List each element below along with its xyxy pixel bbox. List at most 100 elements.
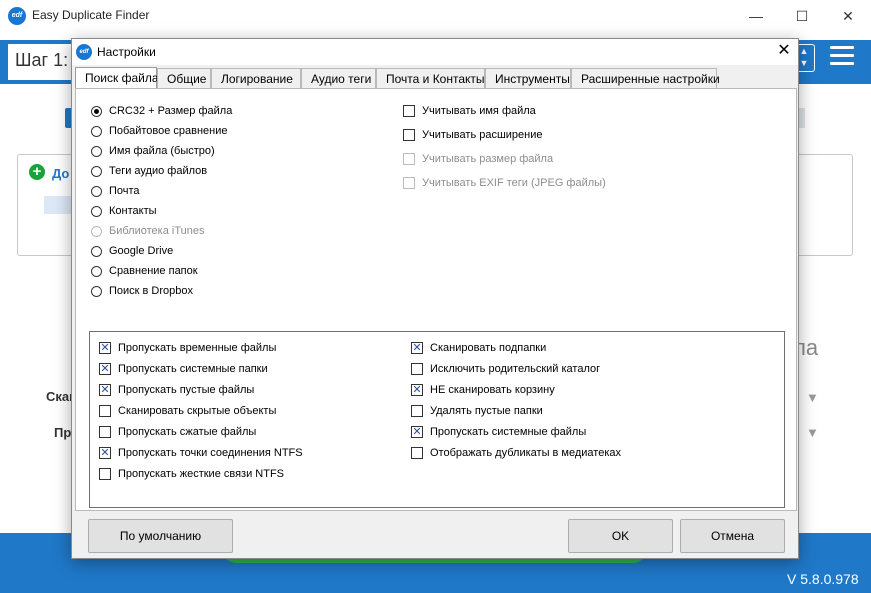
- close-window-button[interactable]: ✕: [825, 0, 871, 32]
- checkbox-checked-icon[interactable]: ✕: [411, 384, 423, 396]
- checkbox-scan-hidden[interactable]: Сканировать скрытые объекты: [99, 403, 276, 419]
- checkbox-label: Отображать дубликаты в медиатеках: [430, 447, 622, 459]
- dialog-close-button[interactable]: ✕: [774, 41, 794, 61]
- radio-audio-tags[interactable]: Теги аудио файлов: [91, 163, 207, 179]
- radio-folder-compare[interactable]: Сравнение папок: [91, 263, 198, 279]
- checkbox-skip-system-folders[interactable]: ✕ Пропускать системные папки: [99, 361, 268, 377]
- checkbox-checked-icon[interactable]: ✕: [99, 384, 111, 396]
- checkbox-icon[interactable]: [99, 405, 111, 417]
- checkbox-icon: [403, 153, 415, 165]
- dialog-title: Настройки: [97, 45, 156, 59]
- checkbox-icon[interactable]: [411, 405, 423, 417]
- checkbox-icon[interactable]: [99, 468, 111, 480]
- checkbox-label: Сканировать подпапки: [430, 342, 547, 354]
- checkbox-label: Пропускать системные папки: [118, 363, 268, 375]
- checkbox-label: Сканировать скрытые объекты: [118, 405, 277, 417]
- radio-label: Теги аудио файлов: [109, 165, 208, 177]
- checkbox-checked-icon[interactable]: ✕: [99, 363, 111, 375]
- radio-label: Почта: [109, 185, 140, 197]
- checkbox-exclude-parent[interactable]: Исключить родительский каталог: [411, 361, 600, 377]
- radio-label: Сравнение папок: [109, 265, 198, 277]
- defaults-button[interactable]: По умолчанию: [88, 519, 233, 553]
- radio-crc32[interactable]: CRC32 + Размер файла: [91, 103, 232, 119]
- checkbox-label: Пропускать точки соединения NTFS: [118, 447, 303, 459]
- tab-file-search[interactable]: Поиск файла: [75, 67, 159, 89]
- checkbox-checked-icon[interactable]: ✕: [99, 342, 111, 354]
- radio-google-drive[interactable]: Google Drive: [91, 243, 173, 259]
- chevron-down-icon[interactable]: ▼: [806, 425, 819, 440]
- add-folder-label[interactable]: До: [52, 166, 69, 181]
- checkbox-icon[interactable]: [411, 363, 423, 375]
- checkbox-label: Учитывать имя файла: [422, 105, 536, 117]
- checkbox-icon: [403, 177, 415, 189]
- step-label: Шаг 1:: [15, 50, 69, 70]
- checkbox-label: Учитывать EXIF теги (JPEG файлы): [422, 177, 606, 189]
- radio-label: Контакты: [109, 205, 157, 217]
- tab-general[interactable]: Общие: [157, 68, 211, 89]
- dialog-titlebar: [72, 39, 798, 65]
- app-title: Easy Duplicate Finder: [32, 8, 150, 22]
- checkbox-skip-temp[interactable]: ✕ Пропускать временные файлы: [99, 340, 276, 356]
- tab-audio-tags[interactable]: Аудио теги: [301, 68, 376, 89]
- maximize-button[interactable]: ☐: [779, 0, 825, 32]
- radio-icon[interactable]: [91, 125, 102, 137]
- radio-mail[interactable]: Почта: [91, 183, 140, 199]
- checkbox-checked-icon[interactable]: ✕: [411, 426, 423, 438]
- radio-selected-icon[interactable]: [91, 105, 102, 117]
- checkbox-skip-junctions[interactable]: ✕ Пропускать точки соединения NTFS: [99, 445, 303, 461]
- ok-button[interactable]: OK: [568, 519, 673, 553]
- radio-icon[interactable]: [91, 205, 102, 217]
- checkbox-skip-recycle-bin[interactable]: ✕ НЕ сканировать корзину: [411, 382, 555, 398]
- tab-mail-contacts[interactable]: Почта и Контакты: [376, 68, 485, 89]
- checkbox-icon[interactable]: [403, 105, 415, 117]
- tab-logging[interactable]: Логирование: [211, 68, 301, 89]
- chevron-down-icon[interactable]: ▼: [806, 390, 819, 405]
- radio-icon[interactable]: [91, 265, 102, 277]
- checkbox-icon[interactable]: [403, 129, 415, 141]
- radio-label: CRC32 + Размер файла: [109, 105, 233, 117]
- checkbox-label: Пропускать пустые файлы: [118, 384, 255, 396]
- checkbox-label: Пропускать системные файлы: [430, 426, 587, 438]
- add-icon[interactable]: +: [29, 164, 45, 180]
- radio-contacts[interactable]: Контакты: [91, 203, 157, 219]
- checkbox-skip-compressed[interactable]: Пропускать сжатые файлы: [99, 424, 256, 440]
- minimize-button[interactable]: —: [733, 0, 779, 32]
- radio-icon[interactable]: [91, 285, 102, 297]
- checkbox-skip-hardlinks[interactable]: Пропускать жесткие связи NTFS: [99, 466, 284, 482]
- checkbox-match-exif: Учитывать EXIF теги (JPEG файлы): [403, 175, 606, 191]
- hamburger-menu-icon[interactable]: [830, 46, 854, 66]
- checkbox-label: Учитывать размер файла: [422, 153, 554, 165]
- tab-tools[interactable]: Инструменты: [485, 68, 571, 89]
- app-logo-icon: edf: [8, 7, 26, 25]
- checkbox-scan-subfolders[interactable]: ✕ Сканировать подпапки: [411, 340, 546, 356]
- radio-label: Имя файла (быстро): [109, 145, 215, 157]
- version-label: V 5.8.0.978: [787, 571, 859, 587]
- scan-label-2: Пр: [54, 425, 72, 440]
- radio-byte-compare[interactable]: Побайтовое сравнение: [91, 123, 228, 139]
- radio-icon[interactable]: [91, 185, 102, 197]
- radio-icon[interactable]: [91, 165, 102, 177]
- radio-file-name[interactable]: Имя файла (быстро): [91, 143, 215, 159]
- radio-icon[interactable]: [91, 145, 102, 157]
- radio-icon: [91, 225, 102, 237]
- cancel-button[interactable]: Отмена: [680, 519, 785, 553]
- checkbox-skip-system-files[interactable]: ✕ Пропускать системные файлы: [411, 424, 586, 440]
- checkbox-match-size: Учитывать размер файла: [403, 151, 553, 167]
- checkbox-checked-icon[interactable]: ✕: [99, 447, 111, 459]
- checkbox-checked-icon[interactable]: ✕: [411, 342, 423, 354]
- checkbox-show-media-duplicates[interactable]: Отображать дубликаты в медиатеках: [411, 445, 621, 461]
- radio-label: Поиск в Dropbox: [109, 285, 194, 297]
- radio-dropbox[interactable]: Поиск в Dropbox: [91, 283, 193, 299]
- checkbox-label: Учитывать расширение: [422, 129, 543, 141]
- checkbox-icon[interactable]: [411, 447, 423, 459]
- checkbox-label: Исключить родительский каталог: [430, 363, 601, 375]
- radio-icon[interactable]: [91, 245, 102, 257]
- tab-advanced[interactable]: Расширенные настройки: [571, 68, 720, 89]
- checkbox-delete-empty-folders[interactable]: Удалять пустые папки: [411, 403, 543, 419]
- checkbox-skip-empty[interactable]: ✕ Пропускать пустые файлы: [99, 382, 254, 398]
- checkbox-icon[interactable]: [99, 426, 111, 438]
- checkbox-match-extension[interactable]: Учитывать расширение: [403, 127, 543, 143]
- checkbox-match-name[interactable]: Учитывать имя файла: [403, 103, 536, 119]
- checkbox-label: Пропускать временные файлы: [118, 342, 277, 354]
- checkbox-label: НЕ сканировать корзину: [430, 384, 555, 396]
